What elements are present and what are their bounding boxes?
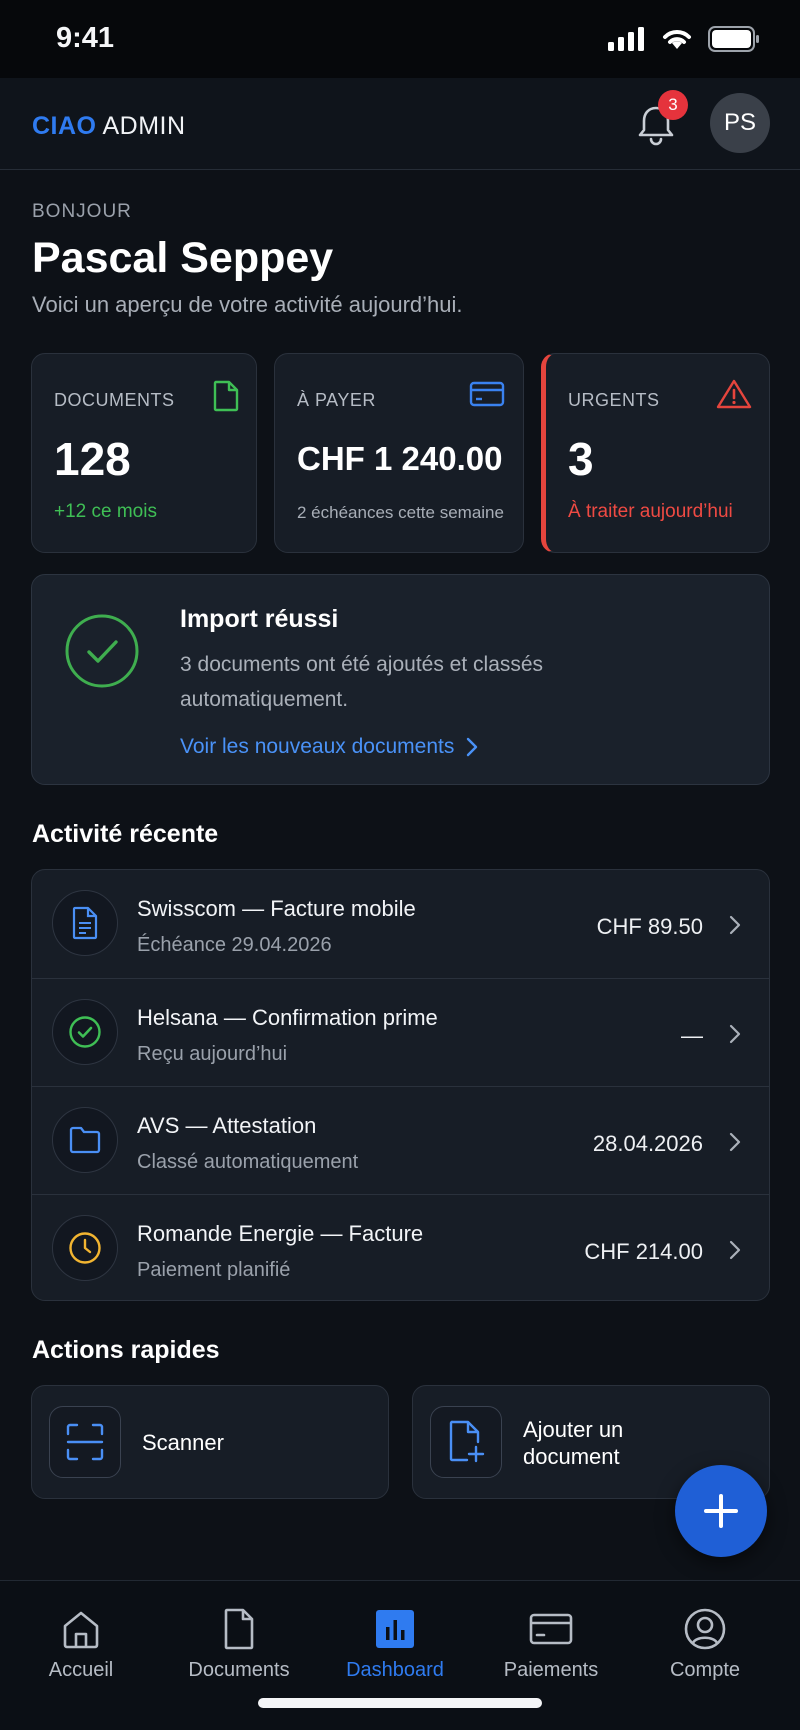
bar-chart-icon — [376, 1610, 414, 1648]
nav-item-documents[interactable]: Documents — [159, 1581, 319, 1691]
activity-value: — — [681, 1023, 703, 1048]
activity-list: Swisscom — Facture mobile Échéance 29.04… — [31, 869, 770, 1301]
wifi-icon — [663, 30, 691, 49]
activity-title: Swisscom — Facture mobile — [137, 896, 416, 921]
file-plus-icon — [449, 1420, 485, 1463]
user-name: Pascal Seppey — [32, 234, 334, 282]
chevron-right-icon — [729, 1240, 741, 1260]
activity-subtitle: Reçu aujourd’hui — [137, 1043, 288, 1065]
activity-title: Romande Energie — Facture — [137, 1221, 424, 1246]
stat-value: CHF 1 240.00 — [297, 440, 503, 477]
activity-icon-wrap — [52, 1107, 118, 1173]
brand-logo[interactable]: CIAO ADMIN — [32, 112, 186, 141]
chevron-right-icon — [729, 1024, 741, 1044]
quick-icon-wrap — [49, 1406, 121, 1478]
nav-label: Documents — [188, 1659, 290, 1681]
stat-value: 128 — [54, 433, 131, 485]
document-icon — [213, 380, 239, 412]
scan-icon — [66, 1423, 104, 1461]
activity-subtitle: Classé automatiquement — [137, 1151, 359, 1173]
check-circle-icon — [69, 1016, 101, 1048]
scanner-button[interactable]: Scanner — [31, 1385, 389, 1499]
home-indicator — [258, 1698, 542, 1708]
brand-accent: CIAO — [32, 112, 97, 140]
chevron-right-icon — [467, 737, 478, 757]
user-circle-icon — [684, 1608, 726, 1650]
nav-item-dashboard[interactable]: Dashboard — [315, 1581, 475, 1691]
nav-item-accueil[interactable]: Accueil — [1, 1581, 161, 1691]
activity-subtitle: Paiement planifié — [137, 1259, 291, 1281]
activity-item[interactable]: Helsana — Confirmation prime Reçu aujour… — [32, 978, 769, 1086]
stat-note: 2 échéances cette semaine — [297, 503, 504, 522]
quick-icon-wrap — [430, 1406, 502, 1478]
brand-rest: ADMIN — [102, 112, 186, 140]
label-line-1: Ajouter un — [523, 1417, 624, 1442]
import-title: Import réussi — [180, 605, 339, 633]
activity-icon-wrap — [52, 1215, 118, 1281]
status-time: 9:41 — [56, 22, 115, 54]
activity-icon-wrap — [52, 890, 118, 956]
signal-icon — [608, 27, 644, 51]
chevron-right-icon — [729, 1132, 741, 1152]
stat-label: URGENTS — [568, 390, 660, 410]
activity-item[interactable]: AVS — Attestation Classé automatiquement… — [32, 1086, 769, 1194]
status-bar: 9:41 — [0, 0, 800, 78]
warning-icon — [716, 379, 752, 409]
import-success-banner: Import réussi 3 documents ont été ajouté… — [31, 574, 770, 785]
nav-label: Dashboard — [346, 1659, 444, 1681]
document-icon — [224, 1608, 254, 1650]
import-text: 3 documents ont été ajoutés et classés a… — [180, 653, 544, 711]
activity-item[interactable]: Romande Energie — Facture Paiement plani… — [32, 1194, 769, 1300]
file-text-icon — [72, 906, 98, 940]
stat-card-payments[interactable]: À PAYER CHF 1 240.00 2 échéances cette s… — [274, 353, 524, 553]
home-icon — [63, 1611, 99, 1649]
activity-title: AVS — Attestation — [137, 1113, 317, 1138]
stat-note: +12 ce mois — [54, 501, 157, 522]
nav-item-paiements[interactable]: Paiements — [471, 1581, 631, 1691]
greeting-label: BONJOUR — [32, 201, 132, 222]
activity-icon-wrap — [52, 999, 118, 1065]
stat-note: À traiter aujourd’hui — [568, 501, 733, 522]
activity-value: CHF 214.00 — [584, 1239, 703, 1264]
activity-title: Helsana — Confirmation prime — [137, 1005, 438, 1030]
nav-label: Compte — [669, 1659, 741, 1681]
credit-card-icon — [469, 381, 505, 407]
stat-card-documents[interactable]: DOCUMENTS 128 +12 ce mois — [31, 353, 257, 553]
stat-label: DOCUMENTS — [54, 390, 175, 410]
nav-item-compte[interactable]: Compte — [625, 1581, 785, 1691]
activity-value: CHF 89.50 — [596, 914, 703, 939]
view-new-documents-link[interactable]: Voir les nouveaux documents — [180, 735, 478, 759]
avatar[interactable]: PS — [710, 93, 770, 153]
activity-subtitle: Échéance 29.04.2026 — [137, 934, 332, 956]
activity-value: 28.04.2026 — [592, 1131, 703, 1156]
quick-action-label: Ajouter un document — [523, 1416, 623, 1470]
quick-action-label: Scanner — [142, 1430, 224, 1455]
activity-item[interactable]: Swisscom — Facture mobile Échéance 29.04… — [32, 870, 769, 978]
link-label: Voir les nouveaux documents — [180, 735, 455, 758]
clock-icon — [69, 1232, 101, 1264]
quick-actions-title: Actions rapides — [32, 1336, 220, 1364]
plus-icon — [704, 1494, 738, 1528]
credit-card-icon — [529, 1613, 573, 1645]
chevron-right-icon — [729, 915, 741, 935]
stat-card-urgent[interactable]: URGENTS 3 À traiter aujourd’hui — [541, 353, 770, 553]
status-icons — [608, 26, 760, 52]
folder-icon — [69, 1126, 101, 1154]
stat-value: 3 — [568, 433, 594, 485]
notification-badge: 3 — [658, 90, 688, 120]
check-circle-icon — [65, 614, 139, 688]
stat-label: À PAYER — [297, 390, 376, 410]
nav-label: Accueil — [48, 1659, 114, 1681]
battery-icon — [708, 26, 759, 52]
add-fab-button[interactable] — [675, 1465, 767, 1557]
greeting-subtitle: Voici un aperçu de votre activité aujour… — [32, 292, 463, 317]
nav-label: Paiements — [503, 1659, 599, 1681]
recent-activity-title: Activité récente — [32, 820, 219, 848]
label-line-2: document — [523, 1444, 620, 1469]
